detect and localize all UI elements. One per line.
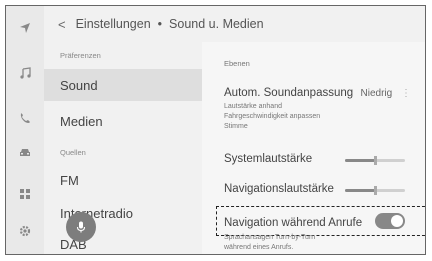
settings-gear-icon[interactable] — [6, 221, 44, 241]
breadcrumb-parent[interactable]: Einstellungen — [76, 17, 151, 31]
desc-line: Stimme — [224, 123, 248, 130]
back-chevron-icon[interactable]: < — [58, 17, 66, 32]
system-volume-slider[interactable] — [345, 156, 405, 165]
system-volume-label: Systemlautstärke — [224, 153, 313, 165]
breadcrumb: < Einstellungen • Sound u. Medien — [44, 6, 425, 42]
navigation-during-calls-label: Navigation während Anrufe — [224, 217, 363, 229]
section-heading-preferences: Präferenzen — [60, 51, 101, 60]
apps-grid-icon[interactable] — [6, 184, 44, 204]
voice-assistant-button[interactable] — [66, 212, 96, 242]
microphone-icon — [76, 221, 86, 233]
auto-sound-adjust-description: Lautstärke anhand Fahrgeschwindigkeit an… — [224, 102, 320, 132]
settings-panel: Ebenen Autom. Soundanpassung Niedrig ⋮ L… — [202, 42, 425, 254]
auto-sound-adjust-value[interactable]: Niedrig ⋮ — [361, 88, 411, 99]
phone-icon[interactable] — [6, 108, 44, 128]
desc-line: Fahrgeschwindigkeit anpassen — [224, 113, 321, 120]
navigation-during-calls-toggle[interactable] — [375, 213, 405, 229]
menu-item-media[interactable]: Medien — [44, 105, 202, 137]
auto-sound-value-text: Niedrig — [360, 88, 393, 99]
menu-item-label: Medien — [60, 113, 103, 129]
car-icon[interactable] — [6, 143, 44, 163]
navigation-volume-label: Navigationslautstärke — [224, 183, 334, 195]
breadcrumb-separator: • — [157, 17, 163, 31]
slider-fill — [345, 159, 375, 162]
toggle-knob — [391, 215, 403, 227]
navigation-arrow-icon[interactable] — [6, 18, 44, 38]
navigation-during-calls-description: Sprachansagen Turn-by-Turn während eines… — [224, 233, 315, 253]
section-heading-sources: Quellen — [60, 148, 86, 157]
music-note-icon[interactable] — [6, 63, 44, 83]
desc-line: Lautstärke anhand — [224, 103, 282, 110]
icon-rail — [6, 6, 44, 254]
desc-line: Sprachansagen Turn-by-Turn — [224, 234, 316, 241]
screen-frame: < Einstellungen • Sound u. Medien Präfer… — [5, 5, 426, 255]
more-options-icon: ⋮ — [401, 88, 411, 99]
menu-item-label: Sound — [60, 77, 98, 93]
menu-item-label: FM — [60, 172, 79, 188]
slider-handle[interactable] — [374, 186, 377, 195]
section-heading-levels: Ebenen — [224, 59, 250, 68]
desc-line: während eines Anrufs. — [224, 244, 294, 251]
menu-item-fm[interactable]: FM — [44, 164, 202, 196]
menu-item-sound[interactable]: Sound — [44, 69, 202, 101]
slider-fill — [345, 189, 375, 192]
auto-sound-adjust-label[interactable]: Autom. Soundanpassung — [224, 87, 353, 99]
navigation-volume-slider[interactable] — [345, 186, 405, 195]
slider-handle[interactable] — [374, 156, 377, 165]
breadcrumb-current: Sound u. Medien — [169, 17, 264, 31]
